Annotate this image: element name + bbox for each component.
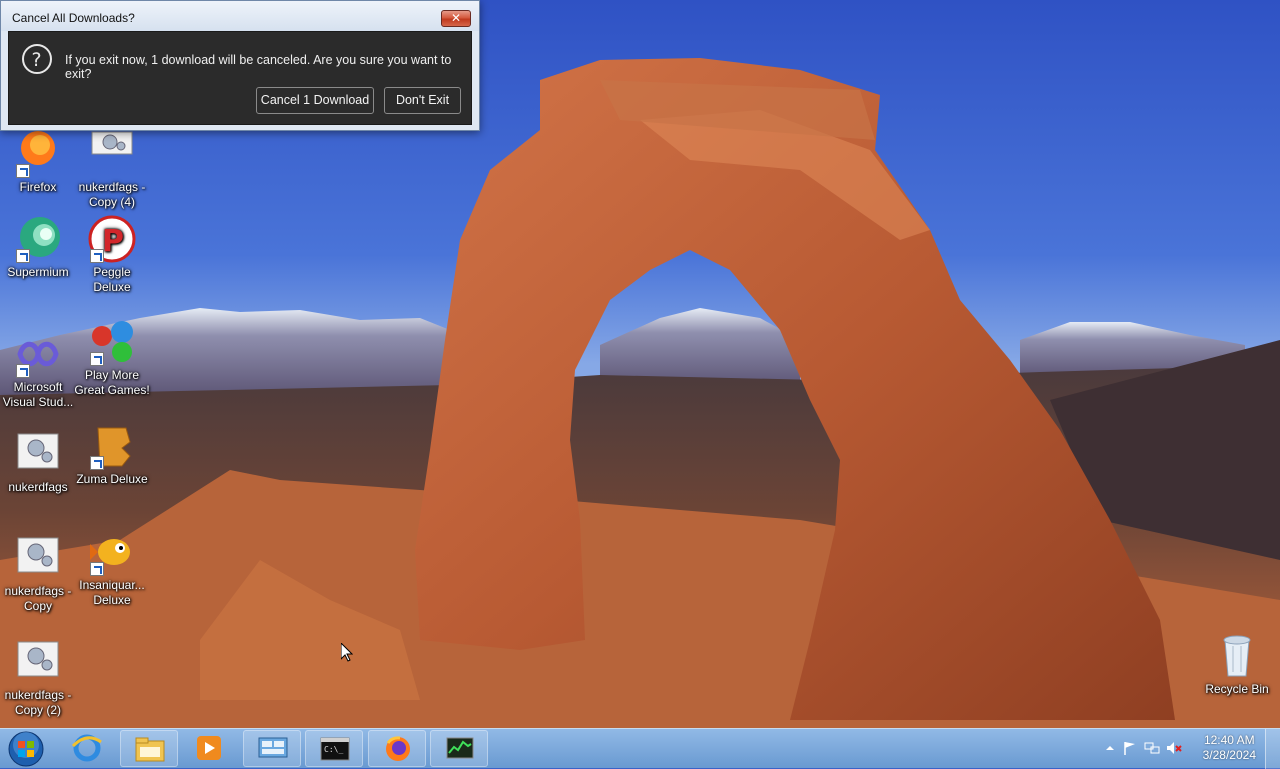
dialog-body: ? If you exit now, 1 download will be ca… (8, 31, 472, 125)
taskbar: C:\_ 12:40 AM 3/28/2024 (0, 728, 1280, 769)
desktop-icon-visual-studio[interactable]: Microsoft Visual Stud... (0, 330, 76, 410)
close-button[interactable]: ✕ (441, 10, 471, 27)
file-explorer-icon (135, 737, 165, 762)
show-hidden-icons-icon[interactable] (1102, 740, 1118, 756)
dialog-titlebar[interactable]: Cancel All Downloads? ✕ (1, 1, 479, 31)
insaniquarium-icon (88, 528, 136, 576)
taskbar-clock[interactable]: 12:40 AM 3/28/2024 (1203, 733, 1256, 763)
system-tray: 12:40 AM 3/28/2024 (1090, 729, 1280, 769)
volume-muted-icon[interactable] (1166, 740, 1182, 756)
taskbar-internet-explorer[interactable] (58, 730, 116, 767)
dialog-title: Cancel All Downloads? (12, 11, 135, 25)
zuma-icon (88, 422, 136, 470)
desktop-icon-peggle[interactable]: P Peggle Deluxe (74, 215, 150, 295)
taskbar-command-prompt[interactable]: C:\_ (305, 730, 363, 767)
command-prompt-icon: C:\_ (320, 737, 350, 761)
settings-app-icon (14, 534, 62, 582)
supermium-icon (14, 215, 62, 263)
popcap-games-icon (88, 318, 136, 366)
cancel-downloads-dialog: Cancel All Downloads? ✕ ? If you exit no… (0, 0, 480, 131)
desktop-icon-nukerdfags[interactable]: nukerdfags (0, 430, 76, 495)
svg-text:P: P (102, 224, 124, 259)
settings-app-icon (14, 430, 62, 478)
cancel-download-button[interactable]: Cancel 1 Download (256, 87, 374, 114)
mouse-cursor-icon (341, 643, 353, 662)
desktop-icon-firefox[interactable]: Firefox (0, 130, 76, 195)
settings-app-icon (14, 638, 62, 686)
question-icon: ? (22, 44, 52, 74)
start-button[interactable] (4, 730, 48, 768)
task-manager-icon (446, 737, 474, 759)
taskbar-media-player[interactable] (180, 730, 238, 767)
taskbar-file-explorer[interactable] (120, 730, 178, 767)
firefox-icon (14, 130, 62, 178)
show-desktop-button[interactable] (1265, 729, 1280, 769)
clock-date: 3/28/2024 (1202, 748, 1256, 762)
desktop-icon-insaniquarium[interactable]: Insaniquar... Deluxe (74, 528, 150, 608)
network-icon[interactable] (1144, 740, 1160, 756)
visual-studio-icon (14, 330, 62, 378)
desktop-icon-nukerdfags-copy-4[interactable]: nukerdfags - Copy (4) (74, 130, 150, 210)
desktop-icon-nukerdfags-copy-2[interactable]: nukerdfags - Copy (2) (0, 638, 76, 718)
desktop-icon-zuma[interactable]: Zuma Deluxe (74, 422, 150, 487)
dont-exit-button[interactable]: Don't Exit (384, 87, 461, 114)
desktop-icon-play-more-games[interactable]: Play More Great Games! (74, 318, 150, 398)
internet-explorer-icon (71, 734, 102, 762)
dialog-message: If you exit now, 1 download will be canc… (65, 53, 452, 81)
peggle-icon: P (88, 215, 136, 263)
taskbar-control-panel[interactable] (243, 730, 301, 767)
media-player-icon (197, 736, 221, 760)
svg-text:C:\_: C:\_ (324, 745, 343, 754)
action-center-flag-icon[interactable] (1122, 740, 1138, 756)
clock-time: 12:40 AM (1203, 733, 1255, 747)
taskbar-task-manager[interactable] (430, 730, 488, 767)
close-icon: ✕ (450, 11, 462, 25)
desktop-icon-nukerdfags-copy[interactable]: nukerdfags - Copy (0, 534, 76, 614)
desktop-icon-supermium[interactable]: Supermium (0, 215, 76, 280)
control-panel-icon (258, 737, 288, 758)
taskbar-firefox[interactable] (368, 730, 426, 767)
firefox-icon (386, 736, 410, 761)
svg-text:?: ? (32, 49, 42, 71)
recycle-bin-icon (1213, 632, 1261, 680)
settings-app-icon (88, 130, 136, 178)
desktop-icon-recycle-bin[interactable]: Recycle Bin (1199, 632, 1275, 697)
